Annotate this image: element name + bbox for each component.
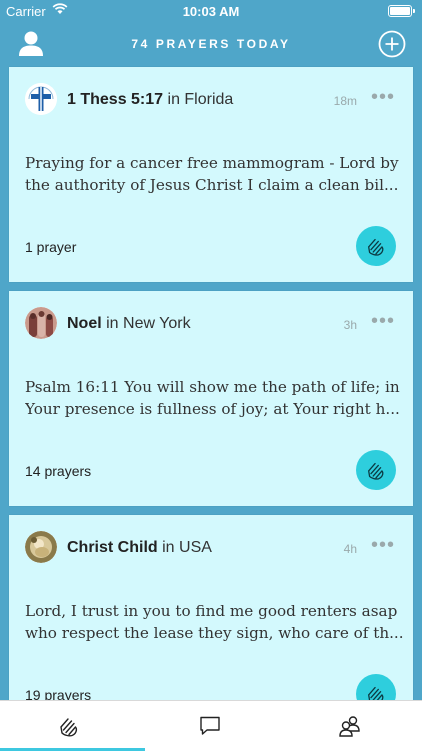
pray-button[interactable] <box>356 450 396 490</box>
location-prefix: in <box>157 539 180 556</box>
author-name[interactable]: Noel <box>67 315 102 332</box>
avatar[interactable] <box>25 307 57 339</box>
tab-prayers[interactable] <box>0 701 140 751</box>
page-title: 74 PRAYERS TODAY <box>131 37 291 51</box>
avatar[interactable] <box>25 531 57 563</box>
prayer-text[interactable]: Lord, I trust in you to find me good ren… <box>25 600 405 644</box>
cross-logo-icon <box>25 83 57 115</box>
add-prayer-button[interactable] <box>378 30 406 58</box>
more-options-button[interactable]: ••• <box>371 311 399 331</box>
location-prefix: in <box>163 91 185 108</box>
prayer-text[interactable]: Praying for a cancer free mammogram - Lo… <box>25 152 405 196</box>
prayer-count[interactable]: 14 prayers <box>25 463 91 479</box>
author-location: Florida <box>184 91 234 108</box>
prayer-card[interactable]: 1 Thess 5:17 in Florida 18m ••• Praying … <box>9 67 413 282</box>
user-photo-icon <box>25 531 57 563</box>
tab-messages[interactable] <box>141 701 281 751</box>
post-time: 18m <box>333 94 357 108</box>
add-circle-icon <box>378 30 406 58</box>
author-name[interactable]: 1 Thess 5:17 <box>67 91 163 108</box>
chat-bubble-icon <box>200 716 220 735</box>
tab-community[interactable] <box>282 701 422 751</box>
post-time: 3h <box>343 318 357 332</box>
author-location: New York <box>123 315 191 332</box>
card-header: Christ Child in USA <box>67 539 212 557</box>
prayer-text-line: who respect the lease they sign, who car… <box>25 624 404 642</box>
prayer-text-line: Psalm 16:11 You will show me the path of… <box>25 378 400 396</box>
status-bar: Carrier 10:03 AM <box>0 0 422 22</box>
prayer-text-line: Praying for a cancer free mammogram - Lo… <box>25 154 399 172</box>
battery-icon <box>388 5 415 17</box>
card-header: 1 Thess 5:17 in Florida <box>67 91 233 109</box>
prayer-text-line: Lord, I trust in you to find me good ren… <box>25 602 398 620</box>
prayer-text[interactable]: Psalm 16:11 You will show me the path of… <box>25 376 405 420</box>
prayer-text-line: Your presence is fullness of joy; at You… <box>25 400 400 418</box>
prayer-text-line: the authority of Jesus Christ I claim a … <box>25 176 399 194</box>
avatar[interactable] <box>25 83 57 115</box>
pray-button[interactable] <box>356 226 396 266</box>
author-location: USA <box>179 539 212 556</box>
clock: 10:03 AM <box>182 4 240 19</box>
community-icon <box>339 716 360 737</box>
prayer-count[interactable]: 1 prayer <box>25 239 76 255</box>
praying-hands-icon <box>368 462 384 480</box>
post-time: 4h <box>343 542 357 556</box>
author-name[interactable]: Christ Child <box>67 539 158 556</box>
user-photo-icon <box>25 307 57 339</box>
location-prefix: in <box>101 315 124 332</box>
prayer-card[interactable]: Noel in New York 3h ••• Psalm 16:11 You … <box>9 291 413 506</box>
praying-hands-icon <box>368 238 384 256</box>
navigation-bar: 74 PRAYERS TODAY <box>0 22 422 66</box>
praying-hands-icon <box>60 718 78 737</box>
more-options-button[interactable]: ••• <box>371 87 399 107</box>
card-header: Noel in New York <box>67 315 191 333</box>
tab-bar <box>0 700 422 751</box>
more-options-button[interactable]: ••• <box>371 535 399 555</box>
